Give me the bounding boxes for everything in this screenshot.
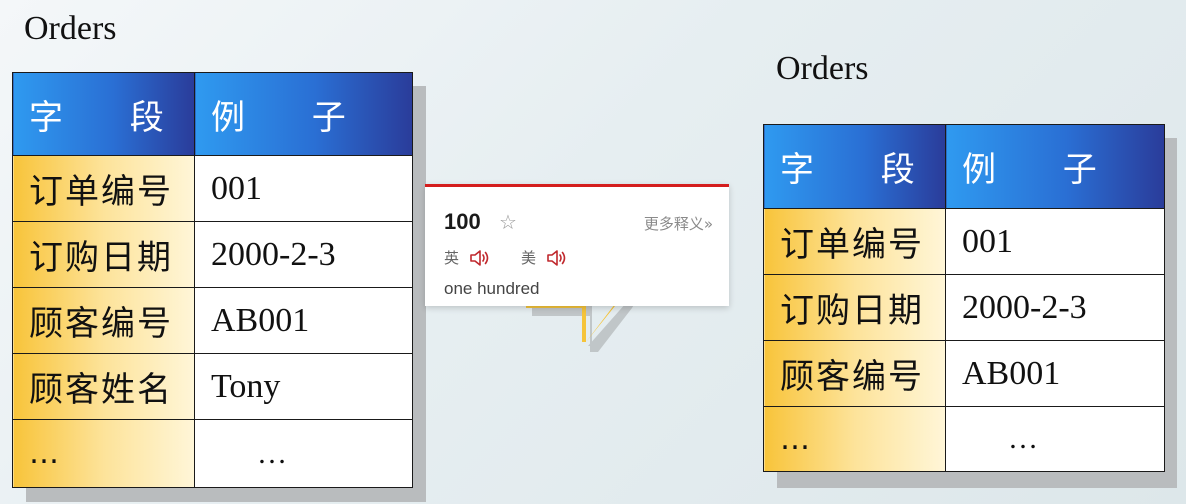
pron-uk-label: 英 — [444, 249, 460, 267]
table-header-row: 字 段 例 子 — [763, 124, 1165, 209]
left-table-title: Orders — [24, 10, 117, 47]
table-row: 顾客姓名 Tony — [12, 353, 413, 420]
field-name-cell: 顾客编号 — [763, 340, 946, 407]
example-value-cell: … — [945, 406, 1165, 472]
field-name-cell: 顾客编号 — [12, 287, 195, 354]
more-definitions-link[interactable]: 更多释义» — [644, 213, 713, 234]
table-row: 订单编号 001 — [763, 208, 1165, 275]
pron-us-label: 美 — [521, 249, 537, 267]
popup-definition: one hundred — [444, 279, 540, 298]
header-field: 字 段 — [763, 124, 946, 209]
table-row: 订购日期 2000-2-3 — [763, 274, 1165, 341]
header-field: 字 段 — [12, 72, 195, 156]
field-name-cell: 订单编号 — [12, 155, 195, 222]
speaker-icon[interactable] — [546, 249, 568, 267]
header-example: 例 子 — [945, 124, 1165, 209]
right-orders-table: 字 段 例 子 订单编号 001 订购日期 2000-2-3 顾客编号 AB00… — [763, 124, 1179, 488]
field-name-cell: … — [763, 406, 946, 472]
field-name-cell: 订单编号 — [763, 208, 946, 275]
star-outline-icon[interactable]: ☆ — [499, 210, 517, 234]
orders-table: 字 段 例 子 订单编号 001 订购日期 2000-2-3 顾客编号 AB00… — [763, 124, 1165, 472]
table-row: 订单编号 001 — [12, 155, 413, 222]
table-row: … … — [12, 419, 413, 488]
pronunciation-uk[interactable]: 英 — [444, 247, 491, 268]
field-name-cell: 顾客姓名 — [12, 353, 195, 420]
table-row: … … — [763, 406, 1165, 472]
table-row: 订购日期 2000-2-3 — [12, 221, 413, 288]
right-table-title: Orders — [776, 50, 869, 87]
dictionary-popup: 100 ☆ 更多释义» 英 美 one hundred — [425, 184, 729, 306]
left-orders-table: 字 段 例 子 订单编号 001 订购日期 2000-2-3 顾客编号 AB00… — [12, 72, 426, 502]
header-example: 例 子 — [194, 72, 413, 156]
example-value-cell: AB001 — [194, 287, 413, 354]
example-value-cell: Tony — [194, 353, 413, 420]
table-row: 顾客编号 AB001 — [12, 287, 413, 354]
example-value-cell: AB001 — [945, 340, 1165, 407]
pronunciation-us[interactable]: 美 — [521, 247, 568, 268]
table-header-row: 字 段 例 子 — [12, 72, 413, 156]
popup-word: 100 — [444, 209, 481, 234]
orders-table: 字 段 例 子 订单编号 001 订购日期 2000-2-3 顾客编号 AB00… — [12, 72, 413, 488]
example-value-cell: … — [194, 419, 413, 488]
example-value-cell: 001 — [945, 208, 1165, 275]
speaker-icon[interactable] — [469, 249, 491, 267]
example-value-cell: 001 — [194, 155, 413, 222]
example-value-cell: 2000-2-3 — [194, 221, 413, 288]
example-value-cell: 2000-2-3 — [945, 274, 1165, 341]
table-row: 顾客编号 AB001 — [763, 340, 1165, 407]
field-name-cell: 订购日期 — [763, 274, 946, 341]
field-name-cell: … — [12, 419, 195, 488]
field-name-cell: 订购日期 — [12, 221, 195, 288]
